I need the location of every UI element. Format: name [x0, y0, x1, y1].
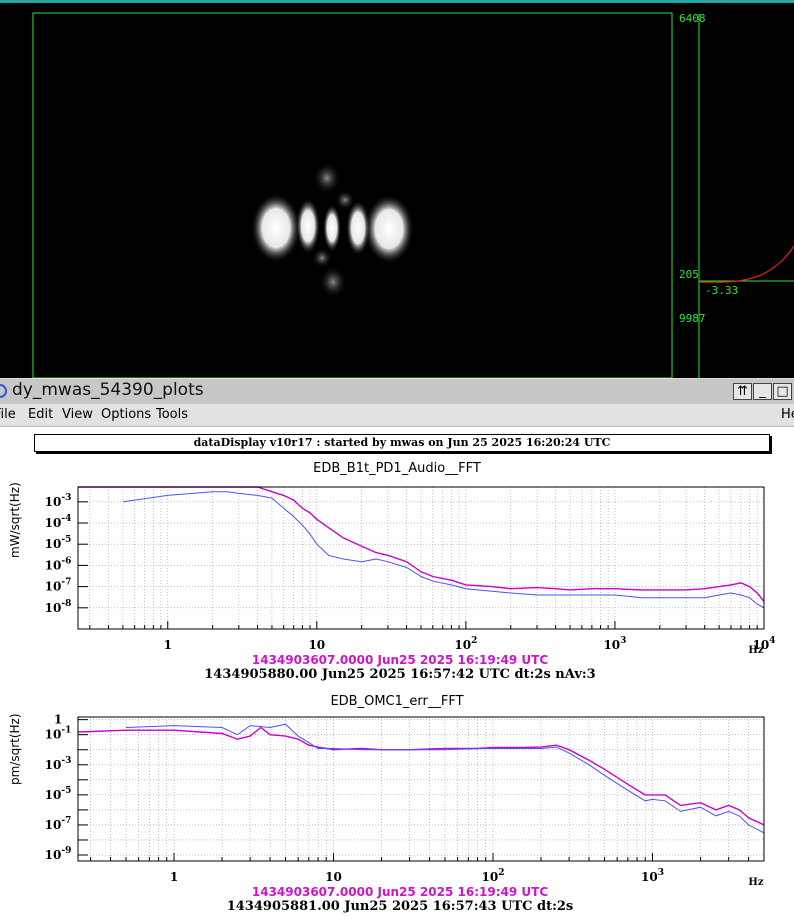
series-line-magenta: [77, 726, 765, 826]
y-tick-label: 10-5: [45, 786, 72, 802]
beam-image: [32, 12, 794, 378]
data-display-banner: dataDisplay v10r17 : started by mwas on …: [34, 434, 770, 452]
y-tick-label: 10-6: [45, 556, 72, 572]
maximize-button[interactable]: □: [773, 383, 792, 400]
y-tick-label: 10-7: [45, 578, 72, 594]
x-tick-label: 102: [482, 868, 505, 884]
app-icon: [0, 384, 7, 398]
y-tick-label: 10-5: [45, 535, 72, 551]
scale-label-mid: 205: [679, 268, 699, 281]
plot-frame: [77, 716, 765, 862]
y-tick-label: 1: [54, 713, 62, 727]
plot1-time-info: 1434905880.00 Jun25 2025 16:57:42 UTC dt…: [204, 667, 596, 682]
plot1-time-ref: 1434903607.0000 Jun25 2025 16:19:49 UTC: [251, 653, 549, 667]
menu-help[interactable]: He: [781, 407, 794, 422]
x-tick-label: 10: [308, 638, 325, 652]
menu-view[interactable]: View: [62, 407, 93, 422]
plot1-chart[interactable]: 1 10 102 103 10410-310-410-510-610-710-8Hz: [0, 478, 794, 654]
window-titlebar[interactable]: dy_mwas_54390_plots ⇈ _ □: [0, 378, 794, 405]
scale-label-max1: 6408: [679, 12, 706, 25]
menu-tools[interactable]: Tools: [156, 407, 188, 422]
x-tick-label: 103: [603, 636, 626, 652]
x-tick-label: 1: [170, 870, 178, 884]
plot2-title: EDB_OMC1_err__FFT: [330, 694, 464, 709]
menu-bar: File Edit View Options Tools He: [0, 404, 794, 427]
window-title: dy_mwas_54390_plots: [12, 380, 204, 400]
plot2-time-info: 1434905881.00 Jun25 2025 16:57:43 UTC dt…: [226, 899, 574, 914]
y-tick-label: 10-9: [45, 846, 72, 862]
minimize-button[interactable]: _: [753, 383, 772, 400]
profile-curve: [699, 245, 794, 283]
plot2-chart[interactable]: 1 10 102 103110-110-310-510-710-9Hz: [0, 710, 794, 886]
scale-label-neg: -3.33: [705, 284, 739, 297]
camera-viewer: 6408 205 -3.33 9987: [0, 0, 794, 378]
menu-edit[interactable]: Edit: [28, 407, 53, 422]
scale-label-max2: 9987: [679, 312, 706, 325]
x-tick-label: 10: [325, 870, 342, 884]
menu-options[interactable]: Options: [101, 407, 151, 422]
x-tick-label: 1: [164, 638, 172, 652]
y-tick-label: 10-8: [45, 599, 72, 615]
y-tick-label: 10-3: [45, 493, 72, 509]
y-tick-label: 10-3: [45, 756, 72, 772]
plot1-title: EDB_B1t_PD1_Audio__FFT: [313, 461, 481, 476]
x-tick-label: 102: [454, 636, 477, 652]
menu-file[interactable]: File: [0, 407, 16, 422]
plot2-time-ref: 1434903607.0000 Jun25 2025 16:19:49 UTC: [251, 885, 549, 899]
y-tick-label: 10-1: [45, 726, 72, 742]
raise-window-button[interactable]: ⇈: [733, 383, 752, 400]
y-tick-label: 10-7: [45, 816, 72, 832]
x-tick-label: 103: [641, 868, 664, 884]
y-tick-label: 10-4: [45, 514, 72, 530]
